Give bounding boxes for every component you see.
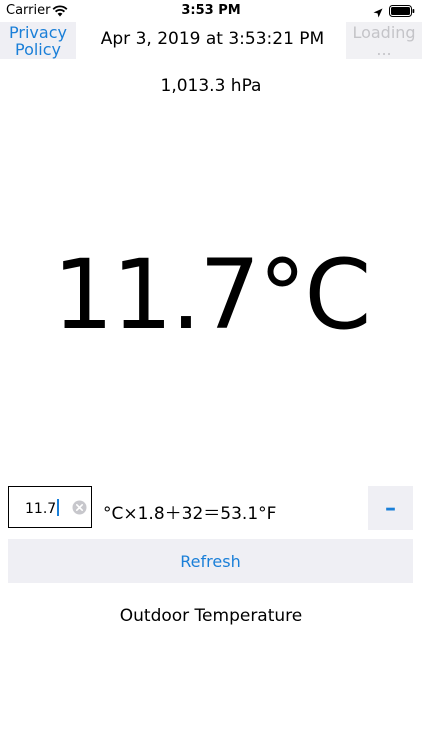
battery-icon xyxy=(389,4,415,22)
status-time: 3:53 PM xyxy=(181,3,241,18)
pressure-readout: 1,013.3 hPa xyxy=(160,76,262,96)
privacy-policy-label: Privacy Policy xyxy=(9,22,67,59)
unit-toggle-button[interactable]: – xyxy=(368,486,413,530)
celsius-input[interactable]: 11.7 xyxy=(8,486,92,528)
timestamp-label: Apr 3, 2019 at 3:53:21 PM xyxy=(100,29,325,49)
privacy-policy-button[interactable]: Privacy Policy xyxy=(0,22,76,59)
status-bar: Carrier 3:53 PM xyxy=(0,0,422,22)
refresh-button[interactable]: Refresh xyxy=(8,539,413,583)
loading-button[interactable]: Loading ... xyxy=(346,22,422,59)
loading-label: Loading ... xyxy=(352,22,416,59)
text-caret xyxy=(57,499,60,516)
clear-icon[interactable] xyxy=(72,500,87,520)
temperature-readout: 11.7°C xyxy=(52,239,372,351)
conversion-formula: °C×1.8＋32＝53.1°F xyxy=(103,504,277,524)
celsius-input-value: 11.7 xyxy=(25,499,60,517)
sensor-caption: Outdoor Temperature xyxy=(119,606,303,626)
location-arrow-icon xyxy=(373,5,383,23)
